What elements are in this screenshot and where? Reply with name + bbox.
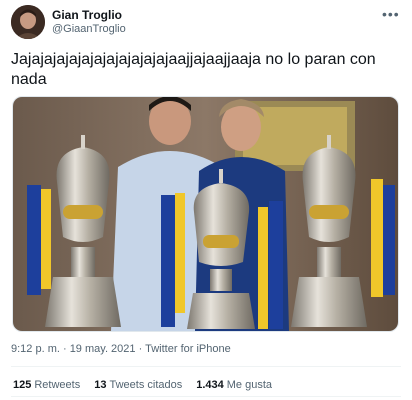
tweet-photo[interactable] [12,96,399,332]
tweet: Gian Troglio @GiaanTroglio ••• Jajajajaj… [0,0,412,400]
quotes-stat[interactable]: 13 Tweets citados [94,379,182,391]
quotes-count: 13 [94,379,107,391]
avatar[interactable] [11,5,45,39]
tweet-timestamp[interactable]: 9:12 p. m. · 19 may. 2021 [11,343,136,355]
tweet-text: Jajajajajajajajajajajajajaajjajaajjaaja … [11,51,376,88]
more-horizontal-icon[interactable]: ••• [382,6,400,22]
divider-bottom [11,396,401,397]
tweet-meta: 9:12 p. m. · 19 may. 2021 · Twitter for … [11,343,231,355]
retweets-count: 125 [13,379,32,391]
tweet-source[interactable]: Twitter for iPhone [145,343,231,355]
divider-top [11,366,401,367]
likes-count: 1.434 [196,379,224,391]
retweets-label: Retweets [34,379,81,391]
likes-stat[interactable]: 1.434 Me gusta [196,379,272,391]
retweets-stat[interactable]: 125 Retweets [13,379,80,391]
tweet-stats: 125 Retweets 13 Tweets citados 1.434 Me gus… [13,379,272,391]
author-name[interactable]: Gian Troglio [52,8,122,22]
quotes-label: Tweets citados [109,379,183,391]
author-handle[interactable]: @GiaanTroglio [52,23,126,35]
likes-label: Me gusta [226,379,273,391]
